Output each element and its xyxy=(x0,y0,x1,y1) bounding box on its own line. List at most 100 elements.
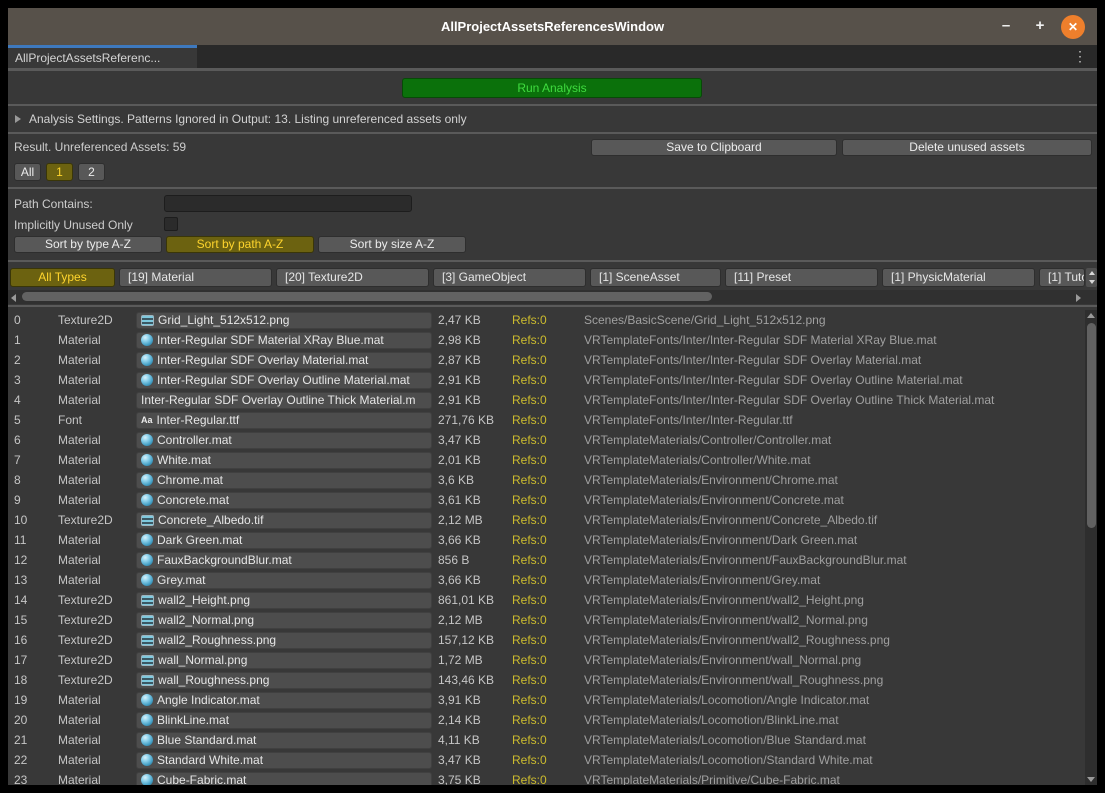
path-contains-input[interactable] xyxy=(164,195,412,212)
texture-asset-icon xyxy=(141,674,154,686)
asset-type: Font xyxy=(58,413,83,427)
asset-size: 3,47 KB xyxy=(438,753,481,767)
type-tab[interactable]: [11] Preset xyxy=(725,268,878,287)
asset-object-field[interactable]: Inter-Regular SDF Overlay Material.mat xyxy=(136,351,432,369)
asset-object-field[interactable]: Angle Indicator.mat xyxy=(136,691,432,709)
asset-name: Inter-Regular.ttf xyxy=(156,413,240,427)
sort-button[interactable]: Sort by path A-Z xyxy=(166,236,314,253)
table-row: 13 Material Grey.mat 3,66 KB Refs:0 VRTe… xyxy=(8,570,1084,590)
asset-object-field[interactable]: Dark Green.mat xyxy=(136,531,432,549)
asset-name: Grey.mat xyxy=(157,573,206,587)
row-index: 17 xyxy=(14,653,28,667)
kebab-menu-icon[interactable]: ⋮ xyxy=(1073,48,1087,65)
asset-object-field[interactable]: Blue Standard.mat xyxy=(136,731,432,749)
asset-object-field[interactable]: Cube-Fabric.mat xyxy=(136,771,432,785)
scroll-down-icon[interactable] xyxy=(1087,777,1095,782)
material-asset-icon xyxy=(141,354,153,366)
asset-path: VRTemplateMaterials/Environment/wall2_Ro… xyxy=(584,633,890,647)
asset-name: Blue Standard.mat xyxy=(157,733,257,747)
vertical-scrollbar[interactable] xyxy=(1085,310,1097,785)
window-title: AllProjectAssetsReferencesWindow xyxy=(440,19,665,34)
asset-refs-badge: Refs:0 xyxy=(512,433,547,447)
asset-object-field[interactable]: BlinkLine.mat xyxy=(136,711,432,729)
type-tab[interactable]: [3] GameObject xyxy=(433,268,586,287)
material-asset-icon xyxy=(141,454,153,466)
asset-refs-badge: Refs:0 xyxy=(512,733,547,747)
type-tab[interactable]: [1] PhysicMaterial xyxy=(882,268,1035,287)
run-analysis-button[interactable]: Run Analysis xyxy=(402,78,702,98)
minimize-button[interactable]: – xyxy=(995,16,1017,38)
type-tab[interactable]: [19] Material xyxy=(119,268,272,287)
asset-size: 2,98 KB xyxy=(438,333,481,347)
asset-object-field[interactable]: Chrome.mat xyxy=(136,471,432,489)
asset-object-field[interactable]: wall2_Roughness.png xyxy=(136,631,432,649)
asset-object-field[interactable]: Inter-Regular SDF Material XRay Blue.mat xyxy=(136,331,432,349)
asset-object-field[interactable]: wall2_Normal.png xyxy=(136,611,432,629)
separator xyxy=(8,104,1097,106)
table-row: 20 Material BlinkLine.mat 2,14 KB Refs:0… xyxy=(8,710,1084,730)
asset-size: 2,91 KB xyxy=(438,373,481,387)
asset-name: wall2_Roughness.png xyxy=(158,633,277,647)
asset-refs-badge: Refs:0 xyxy=(512,533,547,547)
sort-button[interactable]: Sort by type A-Z xyxy=(14,236,162,253)
asset-object-field[interactable]: wall2_Height.png xyxy=(136,591,432,609)
scroll-up-icon[interactable] xyxy=(1087,313,1095,318)
texture-asset-icon xyxy=(141,634,154,646)
asset-object-field[interactable]: wall_Roughness.png xyxy=(136,671,432,689)
tab-allprojectassetsreferences[interactable]: AllProjectAssetsReferenc... xyxy=(8,45,197,68)
table-row: 9 Material Concrete.mat 3,61 KB Refs:0 V… xyxy=(8,490,1084,510)
sort-buttons: Sort by type A-Z Sort by path A-Z Sort by … xyxy=(14,236,466,253)
asset-object-field[interactable]: Grid_Light_512x512.png xyxy=(136,311,432,329)
horizontal-scrollbar-thumb[interactable] xyxy=(22,292,712,301)
page-button-2[interactable]: 2 xyxy=(78,163,105,181)
asset-object-field[interactable]: Standard White.mat xyxy=(136,751,432,769)
table-row: 17 Texture2D wall_Normal.png 1,72 MB Ref… xyxy=(8,650,1084,670)
asset-object-field[interactable]: Inter-Regular SDF Overlay Outline Thick … xyxy=(136,391,432,409)
vertical-scrollbar-thumb[interactable] xyxy=(1086,323,1096,528)
asset-type: Material xyxy=(58,553,101,567)
row-index: 16 xyxy=(14,633,28,647)
asset-object-field[interactable]: Controller.mat xyxy=(136,431,432,449)
row-index: 12 xyxy=(14,553,28,567)
asset-object-field[interactable]: Aa Inter-Regular.ttf xyxy=(136,411,432,429)
sort-button[interactable]: Sort by size A-Z xyxy=(318,236,466,253)
asset-table: 0 Texture2D Grid_Light_512x512.png 2,47 … xyxy=(8,310,1084,785)
page-button-all[interactable]: All xyxy=(14,163,41,181)
asset-type: Material xyxy=(58,753,101,767)
scroll-left-icon[interactable] xyxy=(11,294,16,302)
type-tab[interactable]: [1] SceneAsset xyxy=(590,268,721,287)
asset-object-field[interactable]: Concrete.mat xyxy=(136,491,432,509)
asset-object-field[interactable]: Concrete_Albedo.tif xyxy=(136,511,432,529)
row-index: 11 xyxy=(14,533,27,547)
delete-unused-assets-button[interactable]: Delete unused assets xyxy=(842,139,1092,156)
asset-object-field[interactable]: wall_Normal.png xyxy=(136,651,432,669)
asset-refs-badge: Refs:0 xyxy=(512,413,547,427)
asset-type: Texture2D xyxy=(58,613,113,627)
type-tab[interactable]: All Types xyxy=(10,268,115,287)
asset-object-field[interactable]: Inter-Regular SDF Overlay Outline Materi… xyxy=(136,371,432,389)
asset-object-field[interactable]: White.mat xyxy=(136,451,432,469)
save-to-clipboard-button[interactable]: Save to Clipboard xyxy=(591,139,837,156)
tabs-scroll-spinner[interactable] xyxy=(1086,268,1097,287)
analysis-settings-foldout[interactable]: Analysis Settings. Patterns Ignored in O… xyxy=(8,107,1097,132)
type-tab[interactable]: [1] Tuto xyxy=(1039,268,1085,287)
row-index: 5 xyxy=(14,413,21,427)
separator xyxy=(8,305,1097,307)
row-index: 6 xyxy=(14,433,21,447)
maximize-button[interactable]: + xyxy=(1029,16,1051,38)
asset-type: Material xyxy=(58,773,101,785)
material-asset-icon xyxy=(141,714,153,726)
material-asset-icon xyxy=(141,474,153,486)
asset-size: 3,66 KB xyxy=(438,573,481,587)
result-summary: Result. Unreferenced Assets: 59 xyxy=(14,140,187,154)
close-button[interactable]: ✕ xyxy=(1061,15,1085,39)
page-button-1[interactable]: 1 xyxy=(46,163,73,181)
asset-object-field[interactable]: Grey.mat xyxy=(136,571,432,589)
asset-object-field[interactable]: FauxBackgroundBlur.mat xyxy=(136,551,432,569)
implicitly-unused-checkbox[interactable] xyxy=(164,217,178,231)
horizontal-scrollbar[interactable] xyxy=(8,290,1097,304)
row-index: 14 xyxy=(14,593,28,607)
type-tab[interactable]: [20] Texture2D xyxy=(276,268,429,287)
asset-name: Concrete_Albedo.tif xyxy=(158,513,264,527)
scroll-right-icon[interactable] xyxy=(1076,294,1081,302)
